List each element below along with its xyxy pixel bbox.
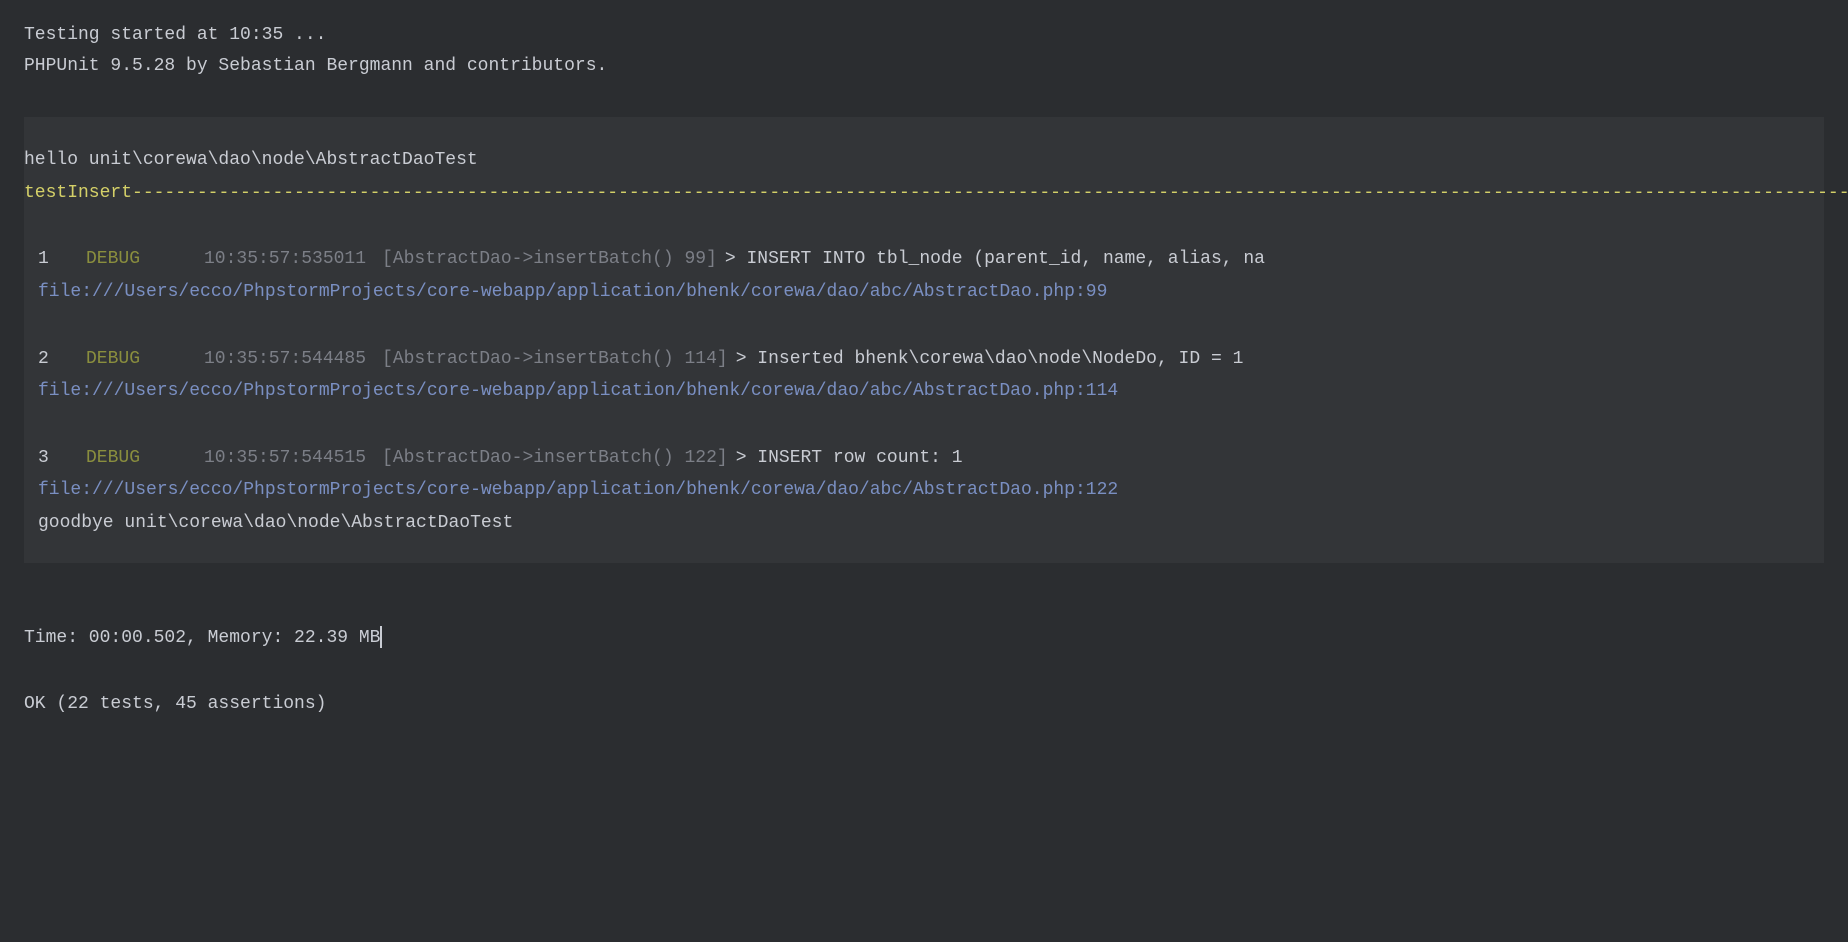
log-num: 1: [38, 244, 86, 275]
hello-line: hello unit\corewa\dao\node\AbstractDaoTe…: [24, 145, 1824, 176]
log-entry: 1 DEBUG 10:35:57:535011 [AbstractDao->in…: [24, 244, 1824, 275]
log-file-link[interactable]: file:///Users/ecco/PhpstormProjects/core…: [24, 277, 1824, 308]
time-memory-line: Time: 00:00.502, Memory: 22.39 MB: [24, 623, 1824, 654]
log-level: DEBUG: [86, 244, 204, 275]
testing-started-line: Testing started at 10:35 ...: [24, 20, 1824, 51]
log-timestamp: 10:35:57:544485: [204, 344, 366, 375]
console-output: Testing started at 10:35 ... PHPUnit 9.5…: [24, 20, 1824, 720]
log-message: > INSERT row count: 1: [736, 443, 963, 474]
log-message: > INSERT INTO tbl_node (parent_id, name,…: [725, 244, 1265, 275]
phpunit-version-line: PHPUnit 9.5.28 by Sebastian Bergmann and…: [24, 51, 1824, 82]
ok-line: OK (22 tests, 45 assertions): [24, 689, 1824, 720]
test-name-line: testInsert------------------------------…: [24, 178, 1824, 209]
footer-block: Time: 00:00.502, Memory: 22.39 MB OK (22…: [24, 623, 1824, 720]
log-level: DEBUG: [86, 443, 204, 474]
log-file-link[interactable]: file:///Users/ecco/PhpstormProjects/core…: [24, 475, 1824, 506]
text-cursor: [380, 626, 382, 648]
log-entry: 3 DEBUG 10:35:57:544515 [AbstractDao->in…: [24, 443, 1824, 474]
log-num: 3: [38, 443, 86, 474]
log-file-link[interactable]: file:///Users/ecco/PhpstormProjects/core…: [24, 376, 1824, 407]
log-timestamp: 10:35:57:535011: [204, 244, 366, 275]
log-block: hello unit\corewa\dao\node\AbstractDaoTe…: [24, 117, 1824, 562]
goodbye-line: goodbye unit\corewa\dao\node\AbstractDao…: [24, 508, 1824, 539]
test-name-dashes: ----------------------------------------…: [132, 183, 1848, 203]
log-num: 2: [38, 344, 86, 375]
log-location: [AbstractDao->insertBatch() 99]: [382, 244, 717, 275]
log-level: DEBUG: [86, 344, 204, 375]
log-location: [AbstractDao->insertBatch() 122]: [382, 443, 728, 474]
log-entry: 2 DEBUG 10:35:57:544485 [AbstractDao->in…: [24, 344, 1824, 375]
log-timestamp: 10:35:57:544515: [204, 443, 366, 474]
test-name: testInsert: [24, 183, 132, 203]
log-message: > Inserted bhenk\corewa\dao\node\NodeDo,…: [736, 344, 1244, 375]
log-location: [AbstractDao->insertBatch() 114]: [382, 344, 728, 375]
